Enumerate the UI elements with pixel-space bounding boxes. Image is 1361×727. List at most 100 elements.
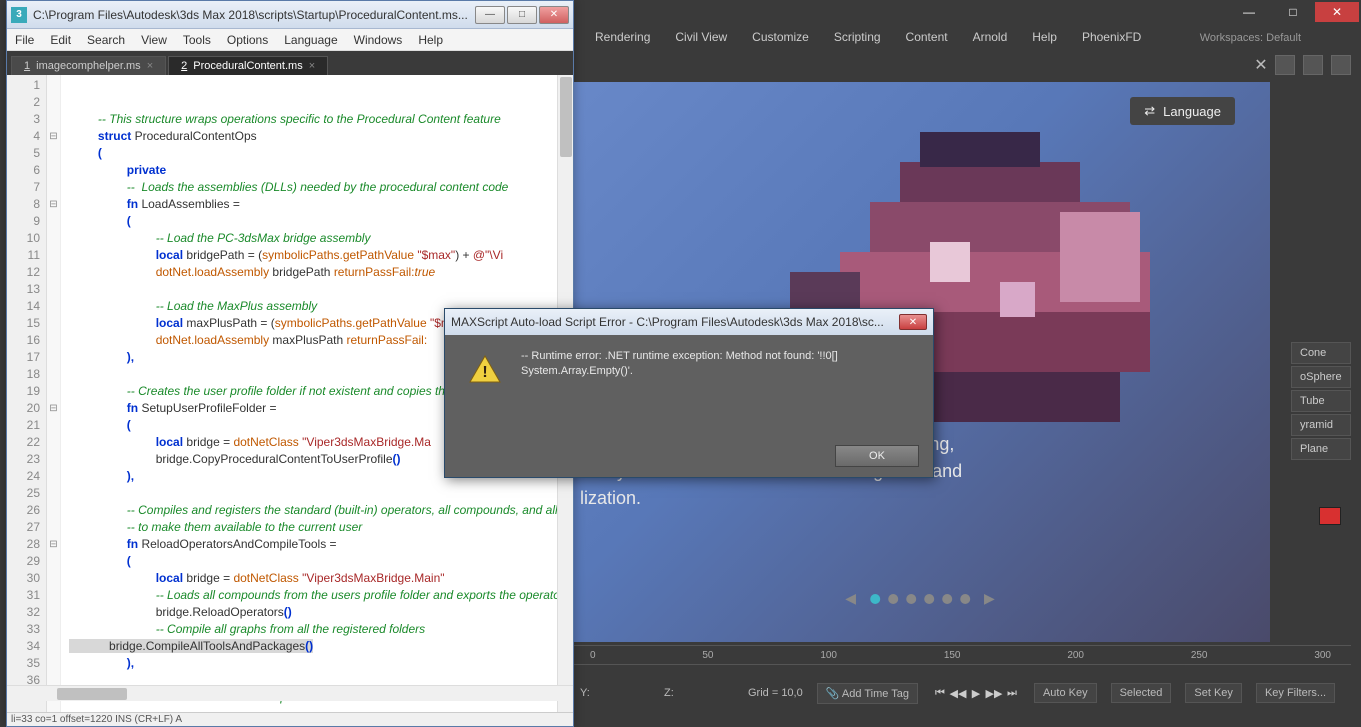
- pager-dot-2[interactable]: [888, 594, 898, 604]
- editor-app-icon: 3: [11, 7, 27, 23]
- pager-dot-3[interactable]: [906, 594, 916, 604]
- tab-imagecomphelper[interactable]: 1 imagecomphelper.ms ×: [11, 56, 166, 75]
- goto-end-button[interactable]: ⏭: [1004, 685, 1020, 701]
- object-color-swatch[interactable]: [1319, 507, 1341, 525]
- dialog-close-button[interactable]: ✕: [899, 314, 927, 330]
- tab-number: 2: [181, 60, 187, 72]
- editor-status-bar: li=33 co=1 offset=1220 INS (CR+LF) A: [7, 712, 573, 726]
- max-close-button[interactable]: ✕: [1315, 2, 1359, 22]
- dialog-titlebar[interactable]: MAXScript Auto-load Script Error - C:\Pr…: [445, 309, 933, 335]
- editor-close-button[interactable]: ✕: [539, 6, 569, 24]
- scrollbar-thumb[interactable]: [560, 77, 572, 157]
- toolbar-icon-2[interactable]: [1303, 55, 1323, 75]
- coord-y: Y:: [580, 687, 650, 699]
- tab-proceduralcontent[interactable]: 2 ProceduralContent.ms ×: [168, 56, 328, 75]
- key-filters-button[interactable]: Key Filters...: [1256, 683, 1335, 703]
- editor-menu-windows[interactable]: Windows: [354, 33, 403, 47]
- dialog-title: MAXScript Auto-load Script Error - C:\Pr…: [451, 315, 899, 329]
- carousel-pager: ◀ ▶: [839, 590, 1001, 607]
- editor-menu-options[interactable]: Options: [227, 33, 268, 47]
- tab-close-icon[interactable]: ×: [147, 60, 153, 72]
- ruler-tick: 200: [1067, 650, 1084, 661]
- prev-frame-button[interactable]: ◀◀: [950, 685, 966, 701]
- editor-menu-file[interactable]: File: [15, 33, 34, 47]
- editor-menu-view[interactable]: View: [141, 33, 167, 47]
- toolbar-icon-1[interactable]: [1275, 55, 1295, 75]
- svg-text:!: !: [482, 364, 487, 381]
- ruler-tick: 300: [1314, 650, 1331, 661]
- pager-next[interactable]: ▶: [978, 590, 1001, 607]
- line-number-gutter: 1234567891011121314151617181920212223242…: [7, 75, 47, 715]
- dialog-footer: OK: [445, 435, 933, 477]
- menu-customize[interactable]: Customize: [752, 30, 809, 50]
- auto-key-button[interactable]: Auto Key: [1034, 683, 1097, 703]
- fold-gutter[interactable]: ⊟⊟⊟⊟: [47, 75, 61, 715]
- menu-scripting[interactable]: Scripting: [834, 30, 881, 50]
- timeline-ruler[interactable]: 0 50 100 150 200 250 300: [570, 645, 1351, 665]
- toolbar-icon-3[interactable]: [1331, 55, 1351, 75]
- editor-titlebar[interactable]: 3 C:\Program Files\Autodesk\3ds Max 2018…: [7, 1, 573, 29]
- coord-z: Z:: [664, 687, 734, 699]
- dialog-ok-button[interactable]: OK: [835, 445, 919, 467]
- max-maximize-button[interactable]: □: [1271, 2, 1315, 22]
- horizontal-scrollbar[interactable]: [7, 685, 573, 701]
- panel-tube-button[interactable]: Tube: [1291, 390, 1351, 412]
- pager-dot-1[interactable]: [870, 594, 880, 604]
- tab-number: 1: [24, 60, 30, 72]
- language-label: Language: [1163, 104, 1221, 119]
- editor-menu-language[interactable]: Language: [284, 33, 337, 47]
- editor-tab-bar: 1 imagecomphelper.ms × 2 ProceduralConte…: [7, 51, 573, 75]
- dialog-msg-line1: -- Runtime error: .NET runtime exception…: [521, 349, 917, 364]
- max-status-bar: Y: Z: Grid = 10,0 📎 Add Time Tag ⏮ ◀◀ ▶ …: [570, 669, 1351, 717]
- panel-cone-button[interactable]: Cone: [1291, 342, 1351, 364]
- editor-minimize-button[interactable]: —: [475, 6, 505, 24]
- selected-dropdown[interactable]: Selected: [1111, 683, 1172, 703]
- panel-pyramid-button[interactable]: yramid: [1291, 414, 1351, 436]
- transport-controls: ⏮ ◀◀ ▶ ▶▶ ⏭: [932, 685, 1020, 701]
- menu-rendering[interactable]: Rendering: [595, 30, 650, 50]
- play-button[interactable]: ▶: [968, 685, 984, 701]
- error-dialog: MAXScript Auto-load Script Error - C:\Pr…: [444, 308, 934, 478]
- max-minimize-button[interactable]: —: [1227, 2, 1271, 22]
- scrollbar-thumb[interactable]: [57, 688, 127, 700]
- corner-toolbar: [1275, 55, 1351, 75]
- ruler-tick: 0: [590, 650, 596, 661]
- editor-menubar: File Edit Search View Tools Options Lang…: [7, 29, 573, 51]
- ruler-tick: 50: [702, 650, 713, 661]
- editor-menu-search[interactable]: Search: [87, 33, 125, 47]
- ruler-tick: 150: [944, 650, 961, 661]
- set-key-button[interactable]: Set Key: [1185, 683, 1242, 703]
- pager-prev[interactable]: ◀: [839, 590, 862, 607]
- workspace-value: Default: [1266, 32, 1301, 44]
- editor-menu-help[interactable]: Help: [418, 33, 443, 47]
- editor-menu-tools[interactable]: Tools: [183, 33, 211, 47]
- max-window-controls: — □ ✕: [1227, 2, 1359, 22]
- menu-arnold[interactable]: Arnold: [973, 30, 1008, 50]
- workspace-selector[interactable]: Workspaces: Default: [1200, 32, 1301, 44]
- pager-dot-5[interactable]: [942, 594, 952, 604]
- tab-close-icon[interactable]: ×: [309, 60, 315, 72]
- menu-phoenixfd[interactable]: PhoenixFD: [1082, 30, 1141, 50]
- menu-help[interactable]: Help: [1032, 30, 1057, 50]
- language-button[interactable]: ⇄ Language: [1130, 97, 1235, 125]
- goto-start-button[interactable]: ⏮: [932, 685, 948, 701]
- panel-plane-button[interactable]: Plane: [1291, 438, 1351, 460]
- welcome-close-button[interactable]: ✕: [1251, 55, 1271, 75]
- panel-geosphere-button[interactable]: oSphere: [1291, 366, 1351, 388]
- workspace-label: Workspaces:: [1200, 32, 1263, 44]
- ruler-tick: 100: [820, 650, 837, 661]
- editor-menu-edit[interactable]: Edit: [50, 33, 71, 47]
- add-time-tag-button[interactable]: 📎 Add Time Tag: [817, 683, 918, 704]
- menu-civil-view[interactable]: Civil View: [675, 30, 727, 50]
- dialog-body: ! -- Runtime error: .NET runtime excepti…: [445, 335, 933, 435]
- menu-content[interactable]: Content: [906, 30, 948, 50]
- pager-dot-6[interactable]: [960, 594, 970, 604]
- editor-title: C:\Program Files\Autodesk\3ds Max 2018\s…: [33, 8, 475, 22]
- dialog-msg-line2: System.Array.Empty()'.: [521, 364, 917, 379]
- editor-maximize-button[interactable]: □: [507, 6, 537, 24]
- language-icon: ⇄: [1144, 103, 1155, 119]
- ruler-tick: 250: [1191, 650, 1208, 661]
- welcome-line-3: lization.: [580, 485, 962, 512]
- pager-dot-4[interactable]: [924, 594, 934, 604]
- next-frame-button[interactable]: ▶▶: [986, 685, 1002, 701]
